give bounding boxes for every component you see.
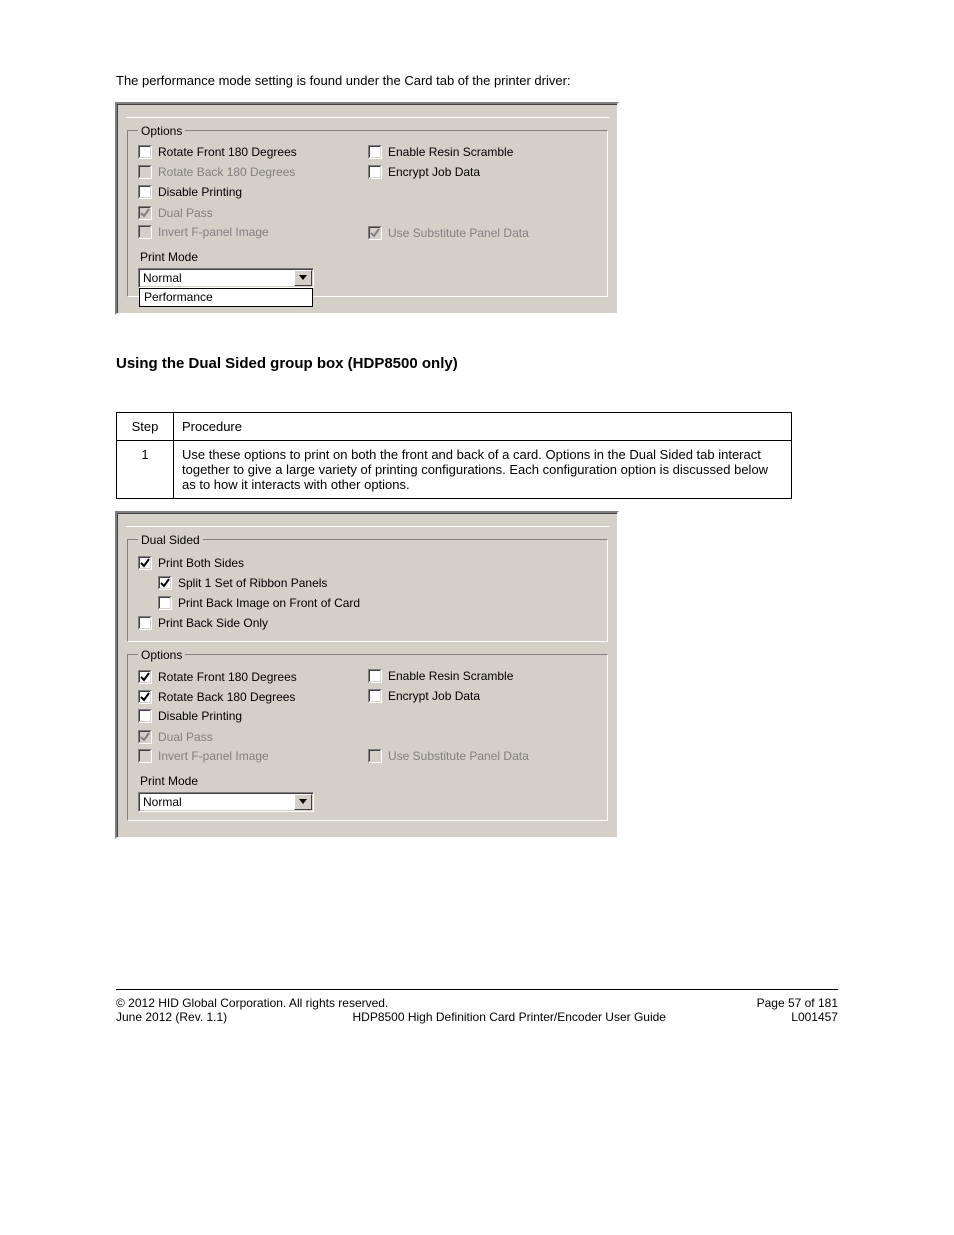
footer: © 2012 HID Global Corporation. All right… — [116, 996, 838, 1010]
checkbox-label: Dual Pass — [158, 206, 213, 220]
print-back-on-front-checkbox[interactable]: Print Back Image on Front of Card — [158, 596, 360, 610]
rotate-front-checkbox[interactable]: Rotate Front 180 Degrees — [138, 145, 297, 159]
footer-divider — [116, 989, 838, 990]
tab-strip — [126, 111, 609, 118]
checkbox-label: Print Both Sides — [158, 556, 244, 570]
checkbox-label: Encrypt Job Data — [388, 165, 480, 179]
footer-doc-title: HDP8500 High Definition Card Printer/Enc… — [352, 1010, 665, 1024]
print-mode-value: Normal — [139, 269, 293, 287]
checkbox-label: Print Back Image on Front of Card — [178, 596, 360, 610]
checkbox-box — [138, 690, 152, 704]
checkbox-box — [138, 616, 152, 630]
checkbox-label: Disable Printing — [158, 709, 242, 723]
checkbox-box — [138, 749, 152, 763]
print-back-only-checkbox[interactable]: Print Back Side Only — [138, 616, 268, 630]
checkbox-label: Encrypt Job Data — [388, 689, 480, 703]
print-mode-value-2: Normal — [139, 793, 293, 811]
dual-pass-checkbox: Dual Pass — [138, 206, 213, 220]
print-both-sides-checkbox[interactable]: Print Both Sides — [138, 556, 244, 570]
encrypt-job-data-checkbox-2[interactable]: Encrypt Job Data — [368, 689, 480, 703]
checkbox-label: Use Substitute Panel Data — [388, 226, 529, 240]
chevron-down-icon[interactable] — [294, 270, 312, 286]
dual-sided-panel: Dual Sided Print Both Sides Split 1 Set o… — [115, 511, 619, 839]
step-table: Step Procedure 1 Use these options to pr… — [116, 412, 792, 499]
footer-page: Page 57 of 181 — [757, 996, 838, 1010]
footer-right-code: L001457 — [791, 1010, 838, 1024]
procedure-text-cell: Use these options to print on both the f… — [174, 440, 792, 498]
checkbox-box — [138, 225, 152, 239]
options-panel-top: Options Rotate Front 180 Degrees Enable R… — [115, 102, 619, 315]
footer-2: June 2012 (Rev. 1.1) HDP8500 High Defini… — [116, 1010, 838, 1024]
checkbox-box — [368, 669, 382, 683]
footer-left-code: June 2012 (Rev. 1.1) — [116, 1010, 227, 1024]
checkbox-label: Enable Resin Scramble — [388, 145, 513, 159]
dual-pass-checkbox-2: Dual Pass — [138, 730, 213, 744]
checkbox-box — [138, 730, 152, 744]
checkbox-box — [138, 670, 152, 684]
rotate-front-checkbox-2[interactable]: Rotate Front 180 Degrees — [138, 670, 297, 684]
enable-resin-scramble-checkbox-2[interactable]: Enable Resin Scramble — [368, 669, 513, 683]
print-mode-option-performance[interactable]: Performance — [140, 289, 312, 306]
checkbox-box — [138, 206, 152, 220]
section-heading: Using the Dual Sided group box (HDP8500 … — [116, 355, 894, 372]
checkbox-label: Disable Printing — [158, 185, 242, 199]
invert-fpanel-checkbox-2: Invert F-panel Image — [138, 749, 269, 763]
checkbox-box — [368, 689, 382, 703]
footer-copyright: © 2012 HID Global Corporation. All right… — [116, 996, 388, 1010]
print-mode-dropdown-list[interactable]: Performance — [139, 288, 313, 307]
checkbox-label: Print Back Side Only — [158, 616, 268, 630]
print-mode-label-2: Print Mode — [140, 774, 599, 788]
checkbox-label: Rotate Back 180 Degrees — [158, 165, 295, 179]
checkbox-label: Rotate Front 180 Degrees — [158, 145, 297, 159]
use-substitute-panel-checkbox: Use Substitute Panel Data — [368, 226, 529, 240]
checkbox-box — [138, 165, 152, 179]
checkbox-box — [138, 185, 152, 199]
checkbox-box — [368, 749, 382, 763]
rotate-back-checkbox: Rotate Back 180 Degrees — [138, 165, 295, 179]
print-mode-label: Print Mode — [140, 250, 599, 264]
dual-sided-group: Dual Sided Print Both Sides Split 1 Set o… — [127, 533, 608, 642]
checkbox-label: Invert F-panel Image — [158, 225, 269, 239]
options-group-2: Options Rotate Front 180 Degrees Enable R… — [127, 648, 608, 821]
checkbox-box — [368, 226, 382, 240]
use-substitute-panel-checkbox-2: Use Substitute Panel Data — [368, 749, 529, 763]
options-group: Options Rotate Front 180 Degrees Enable R… — [127, 124, 608, 297]
disable-printing-checkbox-2[interactable]: Disable Printing — [138, 709, 242, 723]
dual-sided-legend: Dual Sided — [138, 533, 203, 547]
checkbox-label: Rotate Front 180 Degrees — [158, 670, 297, 684]
checkbox-box — [368, 145, 382, 159]
procedure-header-cell: Procedure — [174, 412, 792, 440]
step-header-cell: Step — [117, 412, 174, 440]
encrypt-job-data-checkbox[interactable]: Encrypt Job Data — [368, 165, 480, 179]
rotate-back-checkbox-2[interactable]: Rotate Back 180 Degrees — [138, 690, 295, 704]
checkbox-label: Dual Pass — [158, 730, 213, 744]
checkbox-box — [368, 165, 382, 179]
intro-text: The performance mode setting is found un… — [116, 72, 816, 90]
checkbox-box — [138, 556, 152, 570]
checkbox-label: Use Substitute Panel Data — [388, 749, 529, 763]
step-number-cell: 1 — [117, 440, 174, 498]
checkbox-box — [158, 596, 172, 610]
checkbox-label: Split 1 Set of Ribbon Panels — [178, 576, 327, 590]
checkbox-box — [158, 576, 172, 590]
checkbox-label: Invert F-panel Image — [158, 749, 269, 763]
options-legend: Options — [138, 124, 185, 138]
enable-resin-scramble-checkbox[interactable]: Enable Resin Scramble — [368, 145, 513, 159]
checkbox-box — [138, 709, 152, 723]
print-mode-combobox[interactable]: Normal Performance — [138, 268, 314, 288]
disable-printing-checkbox[interactable]: Disable Printing — [138, 185, 242, 199]
checkbox-box — [138, 145, 152, 159]
invert-fpanel-checkbox: Invert F-panel Image — [138, 225, 269, 239]
chevron-down-icon-2[interactable] — [294, 794, 312, 810]
options-legend-2: Options — [138, 648, 185, 662]
checkbox-label: Rotate Back 180 Degrees — [158, 690, 295, 704]
checkbox-label: Enable Resin Scramble — [388, 669, 513, 683]
split-ribbon-panels-checkbox[interactable]: Split 1 Set of Ribbon Panels — [158, 576, 327, 590]
print-mode-combobox-2[interactable]: Normal — [138, 792, 314, 812]
tab-strip-2 — [126, 520, 609, 527]
